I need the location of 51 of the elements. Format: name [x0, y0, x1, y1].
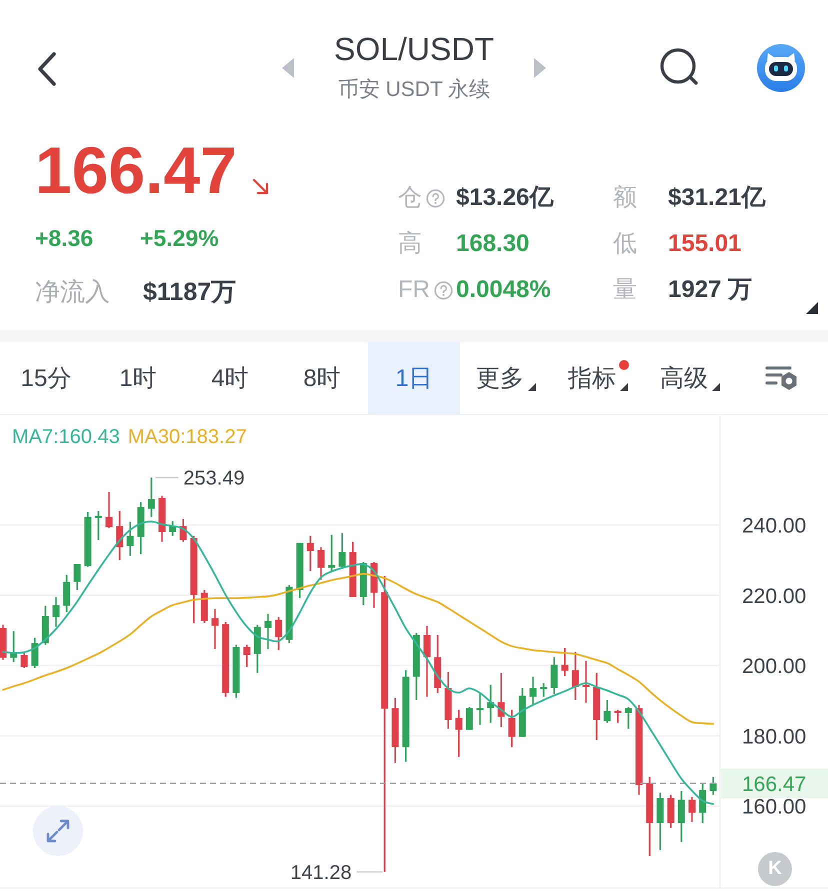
leader-line [155, 476, 178, 478]
candlestick [582, 660, 590, 703]
extreme-price-label: 253.49 [183, 468, 245, 490]
price-axis-label: 240.00 [742, 514, 806, 538]
market-subtitle: 币安 USDT 永续 [338, 77, 490, 103]
net-inflow-value: $1187万 [143, 277, 236, 308]
expand-icon [45, 818, 71, 844]
price-axis-label: 200.00 [742, 655, 806, 678]
interval-tab[interactable]: 1时 [92, 342, 184, 414]
pair-title: SOL/USDT [334, 30, 494, 68]
ma-legend-label: MA7:160.43 [12, 425, 120, 449]
stat-value: 155.01 [668, 229, 742, 259]
stat-label: 低 [613, 229, 637, 259]
stat-value: $13.26亿 [456, 183, 554, 213]
current-price-tag: 166.47 [721, 768, 828, 798]
price-change: +8.36 [35, 224, 94, 253]
stat-value: $31.21亿 [668, 183, 766, 213]
leader-line [356, 871, 383, 873]
corner-triangle-icon[interactable] [806, 302, 818, 314]
extreme-price-label: 141.28 [290, 862, 352, 884]
stat-label: 额 [613, 183, 637, 213]
stat-value: 1927 万 [668, 275, 752, 305]
candlestick [212, 608, 218, 650]
ma-legend-label: MA30:183.27 [128, 425, 247, 449]
price-axis-label: 180.00 [742, 725, 806, 748]
candlestick [476, 692, 484, 725]
ref-line-label: 166.47 [742, 772, 806, 796]
interval-tab[interactable]: 指标 [552, 342, 644, 414]
price-change-percent: +5.29% [140, 224, 219, 253]
chart-settings-icon[interactable] [765, 365, 799, 391]
stat-label: FR [398, 275, 430, 305]
candlestick [106, 492, 112, 528]
interval-tab[interactable]: 8时 [276, 342, 368, 414]
interval-tab[interactable]: 高级 [644, 342, 736, 414]
net-inflow-label: 净流入 [35, 277, 110, 308]
fullscreen-button[interactable] [33, 806, 83, 856]
stat-label: 高 [398, 229, 422, 259]
stat-value: 168.30 [456, 229, 530, 259]
last-price: 166.47 [35, 137, 237, 203]
interval-tab[interactable]: 更多 [460, 342, 552, 414]
robot-avatar-icon[interactable] [757, 44, 805, 92]
price-axis-label: 160.00 [742, 796, 806, 819]
candlestick [264, 614, 272, 650]
interval-tab[interactable]: 1日 [368, 342, 460, 414]
price-axis-label: 220.00 [742, 584, 806, 608]
stat-value: 0.0048% [456, 275, 551, 305]
interval-tab[interactable]: 4时 [184, 342, 276, 414]
interval-tab[interactable]: 15分 [0, 342, 92, 414]
stat-label: 仓 [398, 183, 422, 213]
stat-label: 量 [613, 275, 637, 305]
back-icon[interactable] [37, 52, 57, 86]
